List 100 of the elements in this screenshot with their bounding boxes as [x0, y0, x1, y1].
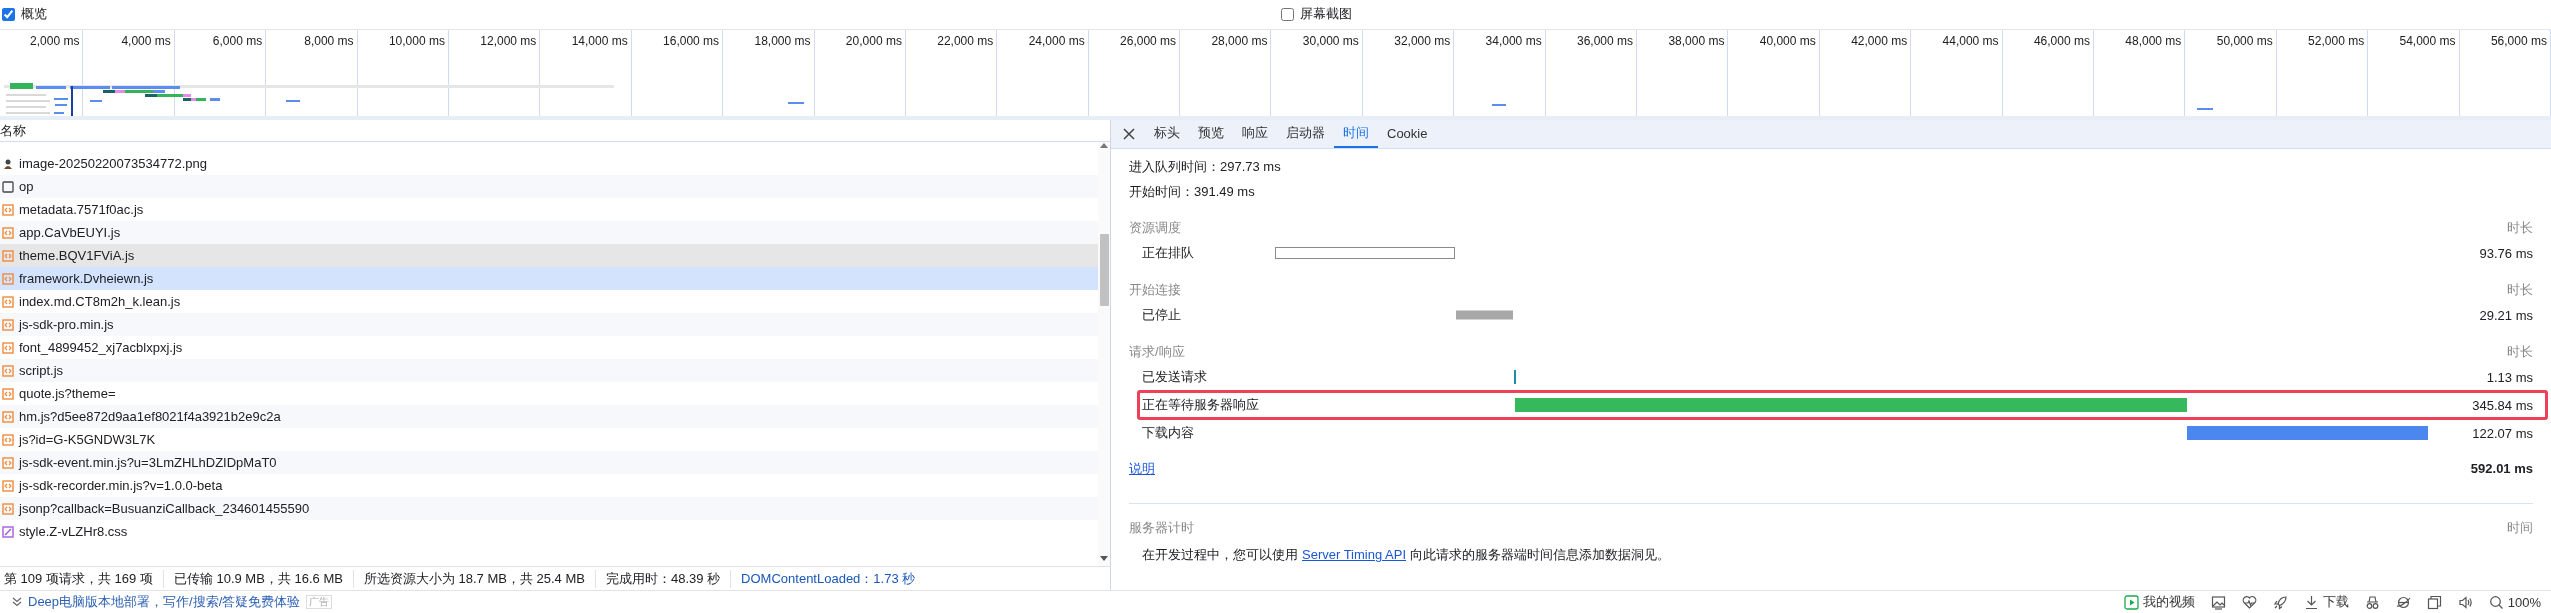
name-column-header[interactable]: 名称	[0, 120, 1110, 142]
stylesheet-file-icon	[2, 525, 14, 538]
document-file-icon	[2, 180, 14, 193]
timing-label: 正在排队	[1141, 244, 1195, 262]
zoom-level[interactable]: 100%	[2507, 594, 2541, 610]
script-file-icon	[2, 318, 14, 331]
script-file-icon	[2, 410, 14, 423]
request-row[interactable]: js-sdk-recorder.min.js?v=1.0.0-beta	[0, 474, 1098, 497]
script-file-icon	[2, 364, 14, 377]
timing-label: 下载内容	[1141, 424, 1195, 442]
scrollbar-thumb[interactable]	[1099, 234, 1109, 306]
time-tick-label: 28,000 ms	[1180, 30, 1272, 116]
request-row[interactable]: style.Z-vLZHr8.css	[0, 520, 1098, 543]
tab[interactable]: 启动器	[1277, 120, 1334, 148]
request-row[interactable]: framework.Dvheiewn.js	[0, 267, 1098, 290]
checkbox-label[interactable]: 屏幕截图	[1300, 5, 1352, 24]
request-name: js-sdk-pro.min.js	[19, 317, 114, 332]
timing-label: 已停止	[1141, 306, 1182, 324]
script-file-icon	[2, 479, 14, 492]
duration-value: 29.21 ms	[2478, 307, 2533, 323]
time-tick-label: 44,000 ms	[1911, 30, 2003, 116]
script-file-icon	[2, 272, 14, 285]
tab[interactable]: 响应	[1233, 120, 1277, 148]
ad-link[interactable]: Deep电脑版本地部署，写作/搜索/答疑免费体验	[28, 593, 301, 611]
tab[interactable]: 预览	[1189, 120, 1233, 148]
request-name: framework.Dvheiewn.js	[19, 271, 154, 286]
request-name: theme.BQV1FViA.js	[19, 248, 135, 263]
checkbox-label[interactable]: 概览	[21, 5, 47, 24]
status-text: DOMContentLoaded：1.73 秒	[730, 569, 926, 588]
request-name: hm.js?d5ee872d9aa1ef8021f4a3921b2e9c2a	[19, 409, 281, 424]
status-text: 已传输 10.9 MB，共 16.6 MB	[162, 569, 353, 588]
time-tick-label: 24,000 ms	[997, 30, 1089, 116]
request-row[interactable]: app.CaVbEUYI.js	[0, 221, 1098, 244]
double-chevron-icon[interactable]	[12, 597, 22, 607]
request-row[interactable]: hm.js?d5ee872d9aa1ef8021f4a3921b2e9c2a	[0, 405, 1098, 428]
duration-value: 1.13 ms	[2485, 369, 2533, 385]
script-file-icon	[2, 249, 14, 262]
request-name: op	[19, 179, 34, 194]
time-tick-label: 22,000 ms	[905, 30, 998, 116]
script-file-icon	[2, 387, 14, 400]
request-name: app.CaVbEUYI.js	[19, 225, 121, 240]
time-tick-label: 30,000 ms	[1271, 30, 1363, 116]
duration-value: 93.76 ms	[2478, 245, 2533, 261]
timing-info: 开始时间：391.49 ms	[1129, 183, 1256, 201]
timing-info: 进入队列时间：297.73 ms	[1129, 158, 1282, 176]
request-name: js-sdk-event.min.js?u=3LmZHLhDZIDpMaT0	[19, 455, 277, 470]
request-row[interactable]: js-sdk-pro.min.js	[0, 313, 1098, 336]
time-tick-label: 36,000 ms	[1545, 30, 1638, 116]
video-label[interactable]: 我的视频	[2142, 593, 2195, 611]
request-row[interactable]: font_4899452_xj7acblxpxj.js	[0, 336, 1098, 359]
script-file-icon	[2, 226, 14, 239]
timing-label: 已发送请求	[1141, 368, 1208, 386]
explanation-link[interactable]: 说明	[1129, 456, 1155, 481]
request-row[interactable]: metadata.7571f0ac.js	[0, 198, 1098, 221]
script-file-icon	[2, 456, 14, 469]
timing-label: 正在等待服务器响应	[1141, 396, 1260, 414]
request-row[interactable]: index.md.CT8m2h_k.lean.js	[0, 290, 1098, 313]
request-row[interactable]: script.js	[0, 359, 1098, 382]
scrollbar[interactable]	[1098, 142, 1110, 566]
request-row[interactable]: js-sdk-event.min.js?u=3LmZHLhDZIDpMaT0	[0, 451, 1098, 474]
request-name: js-sdk-recorder.min.js?v=1.0.0-beta	[19, 478, 223, 493]
request-name: image-20250220073534772.png	[19, 156, 207, 171]
time-tick-label: 20,000 ms	[814, 30, 906, 116]
script-file-icon	[2, 502, 14, 515]
request-row[interactable]: theme.BQV1FViA.js	[0, 244, 1098, 267]
request-name: metadata.7571f0ac.js	[19, 202, 144, 217]
duration-value: 122.07 ms	[2471, 425, 2533, 441]
scroll-down-icon[interactable]	[1100, 556, 1108, 562]
image-file-icon	[2, 157, 14, 170]
section-heading: 服务器计时	[1129, 519, 1194, 537]
tab[interactable]: Cookie	[1378, 120, 1437, 148]
time-tick-label: 40,000 ms	[1728, 30, 1820, 116]
server-timing-link[interactable]: Server Timing API	[1302, 547, 1407, 562]
status-text: 完成用时：48.39 秒	[594, 569, 731, 588]
duration-value: 345.84 ms	[2471, 397, 2534, 413]
time-tick-label: 26,000 ms	[1088, 30, 1181, 116]
time-tick-label: 42,000 ms	[1819, 30, 1912, 116]
request-row[interactable]: quote.js?theme=	[0, 382, 1098, 405]
overview-checkbox[interactable]	[2, 7, 15, 21]
request-name: jsonp?callback=BusuanziCallback_234601455590	[19, 501, 310, 516]
request-row[interactable]: image-20250220073534772.png	[0, 152, 1098, 175]
section-heading: 开始连接	[1129, 281, 1181, 299]
scroll-up-icon[interactable]	[1100, 142, 1108, 148]
tab[interactable]: 时间	[1334, 120, 1378, 148]
stalled-bar	[1456, 310, 1513, 320]
time-tick-label: 32,000 ms	[1362, 30, 1455, 116]
request-name: style.Z-vLZHr8.css	[19, 524, 128, 539]
time-tick-label: 54,000 ms	[2368, 30, 2460, 116]
download-label[interactable]: 下载	[2322, 593, 2349, 611]
tab[interactable]: 标头	[1145, 120, 1189, 148]
request-row[interactable]: jsonp?callback=BusuanziCallback_234601455590	[0, 497, 1098, 520]
script-file-icon	[2, 203, 14, 216]
overview-checkbox[interactable]	[1281, 7, 1294, 21]
request-name: quote.js?theme=	[19, 386, 116, 401]
duration-heading: 时长	[2507, 219, 2533, 237]
request-row[interactable]: op	[0, 175, 1098, 198]
request-row[interactable]: js?id=G-K5GNDW3L7K	[0, 428, 1098, 451]
ad-label: 广告	[306, 595, 333, 609]
status-text: 所选资源大小为 18.7 MB，共 25.4 MB	[352, 569, 595, 588]
request-name: font_4899452_xj7acblxpxj.js	[19, 340, 183, 355]
